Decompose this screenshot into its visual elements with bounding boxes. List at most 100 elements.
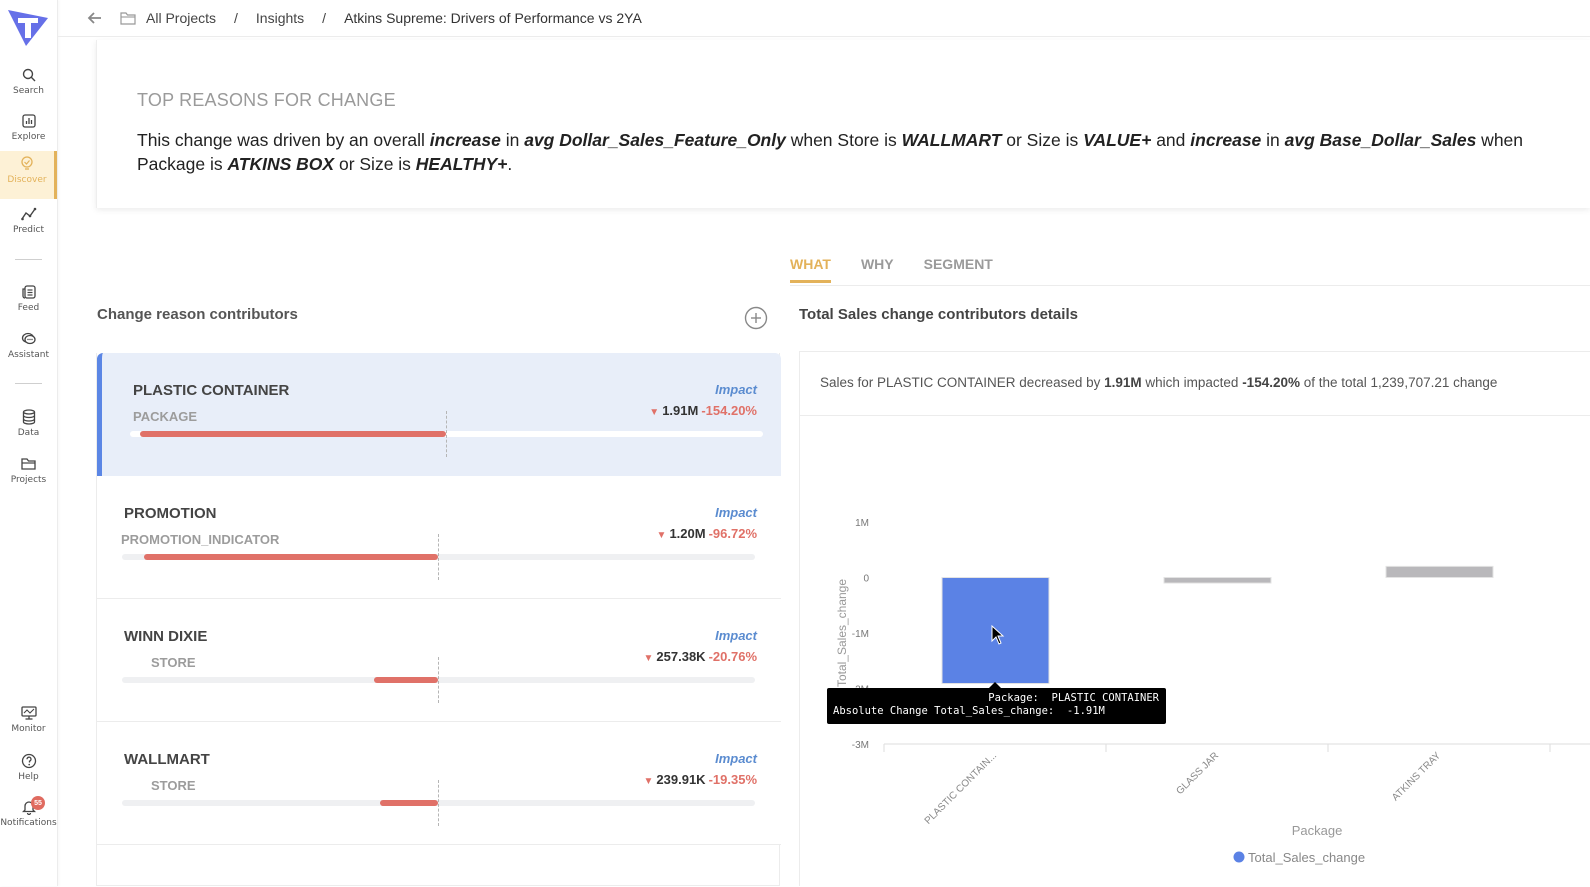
- contributor-dimension: STORE: [151, 655, 196, 670]
- reason-text: or Size is: [334, 154, 416, 174]
- tabs-divider: [790, 285, 1590, 286]
- legend-label: Total_Sales_change: [1248, 850, 1365, 865]
- breadcrumb-current-page: Atkins Supreme: Drivers of Performance v…: [344, 10, 642, 26]
- chart-tooltip: Package: PLASTIC CONTAINER Absolute Chan…: [827, 682, 1166, 724]
- impact-value: ▼ 1.20M -96.72%: [657, 526, 757, 541]
- y-tick-label: -1M: [852, 629, 869, 640]
- nav-help[interactable]: Help: [0, 748, 57, 794]
- impact-amount: 257.38K: [656, 649, 706, 664]
- nav-label: Help: [18, 772, 39, 782]
- y-tick-label: 0: [863, 574, 869, 585]
- contributor-name: PROMOTION: [124, 505, 217, 522]
- reason-text: in: [1261, 130, 1285, 150]
- impact-percent: -154.20%: [701, 403, 757, 418]
- reason-highlight: WALLMART: [901, 130, 1002, 150]
- nav-assistant[interactable]: Assistant: [0, 326, 57, 372]
- breadcrumb-all-projects[interactable]: All Projects: [146, 10, 216, 26]
- tab-what[interactable]: WHAT: [790, 256, 831, 283]
- impact-bar-fill: [140, 431, 446, 437]
- folder-icon: [120, 12, 136, 25]
- breadcrumb-separator: /: [234, 10, 238, 26]
- nav-monitor[interactable]: Monitor: [0, 700, 57, 746]
- y-tick-label: -3M: [852, 740, 869, 751]
- reason-highlight: avg Dollar_Sales_Feature_Only: [524, 130, 786, 150]
- contributor-name: WALLMART: [124, 751, 210, 768]
- feed-icon: [20, 283, 38, 301]
- nav-label: Discover: [7, 175, 47, 185]
- nav-label: Explore: [11, 132, 46, 142]
- reason-text: in: [500, 130, 525, 150]
- reason-highlight: ATKINS BOX: [227, 154, 335, 174]
- impact-label: Impact: [715, 751, 757, 766]
- impact-bar-fill: [373, 677, 438, 683]
- top-bar: All Projects / Insights / Atkins Supreme…: [58, 0, 1590, 37]
- tab-segment[interactable]: SEGMENT: [924, 256, 993, 283]
- reason-text: and: [1151, 130, 1191, 150]
- tooltip-value: PLASTIC CONTAINER: [1051, 692, 1159, 704]
- contributor-card[interactable]: WINN DIXIE STORE Impact ▼ 257.38K -20.76%: [97, 599, 781, 722]
- breadcrumb-insights[interactable]: Insights: [256, 10, 304, 26]
- nav-label: Feed: [17, 303, 40, 313]
- contributor-card[interactable]: PROMOTION PROMOTION_INDICATOR Impact ▼ 1.…: [97, 476, 781, 599]
- nav-explore[interactable]: Explore: [0, 108, 57, 154]
- reason-text: .: [507, 154, 513, 174]
- reason-highlight: increase: [1190, 130, 1262, 150]
- reason-highlight: avg Base_Dollar_Sales: [1284, 130, 1477, 150]
- contributor-name: PLASTIC CONTAINER: [133, 382, 290, 399]
- down-triangle-icon: ▼: [656, 530, 667, 541]
- x-tick-label: GLASS JAR: [1174, 750, 1221, 797]
- app-logo[interactable]: [4, 4, 52, 48]
- add-circle-icon[interactable]: [744, 306, 768, 330]
- impact-amount: 239.91K: [656, 772, 706, 787]
- summary-text: of the total 1,239,707.21 change: [1299, 375, 1498, 390]
- contributors-title: Change reason contributors: [97, 306, 298, 323]
- bar-glass-jar: [1163, 577, 1272, 584]
- zero-line: [438, 780, 439, 826]
- top-reasons-card: TOP REASONS FOR CHANGE This change was d…: [96, 40, 1590, 208]
- nav-label: Search: [13, 86, 44, 96]
- nav-discover[interactable]: Discover: [0, 151, 57, 199]
- contributor-card[interactable]: WALLMART STORE Impact ▼ 239.91K -19.35%: [97, 722, 781, 845]
- bar-chart-icon: [20, 112, 38, 130]
- tooltip-label: Package:: [988, 692, 1039, 704]
- bar-atkins-tray: [1385, 565, 1494, 578]
- down-triangle-icon: ▼: [649, 407, 660, 418]
- contributor-dimension: STORE: [151, 778, 196, 793]
- tooltip-value: -1.91M: [1066, 705, 1105, 717]
- nav-label: Assistant: [7, 350, 49, 360]
- impact-amount: 1.91M: [662, 403, 699, 418]
- x-tick-label: ATKINS TRAY: [1390, 750, 1443, 803]
- nav-label: Projects: [10, 475, 47, 485]
- y-axis-label: Total_Sales_change: [835, 579, 849, 687]
- reason-highlight: HEALTHY+: [415, 154, 508, 174]
- impact-value: ▼ 239.91K -19.35%: [644, 772, 757, 787]
- tooltip-label: Absolute Change Total_Sales_change:: [833, 705, 1055, 717]
- analysis-tabs: WHAT WHY SEGMENT: [790, 256, 1023, 283]
- zero-line: [446, 411, 447, 457]
- reason-text: This change was driven by an overall: [137, 130, 430, 150]
- help-icon: [20, 752, 38, 770]
- down-triangle-icon: ▼: [643, 653, 654, 664]
- zero-line: [438, 534, 439, 580]
- nav-divider: [15, 259, 42, 260]
- top-reasons-text: This change was driven by an overall inc…: [137, 128, 1537, 176]
- left-nav-rail: Search Explore Discover Predict Feed Ass…: [0, 0, 58, 886]
- reason-text: when Store is: [785, 130, 902, 150]
- nav-data[interactable]: Data: [0, 404, 57, 450]
- tab-why[interactable]: WHY: [861, 256, 894, 283]
- notification-count-badge: 55: [31, 796, 45, 810]
- reason-highlight: increase: [429, 130, 501, 150]
- nav-feed[interactable]: Feed: [0, 279, 57, 325]
- nav-search[interactable]: Search: [0, 62, 57, 108]
- nav-predict[interactable]: Predict: [0, 201, 57, 247]
- nav-projects[interactable]: Projects: [0, 451, 57, 497]
- nav-notifications[interactable]: 55 Notifications: [0, 794, 57, 840]
- impact-value: ▼ 257.38K -20.76%: [644, 649, 757, 664]
- x-axis-label: Package: [1292, 823, 1343, 838]
- reason-highlight: VALUE+: [1083, 130, 1152, 150]
- back-arrow-icon[interactable]: [86, 9, 104, 27]
- search-icon: [20, 66, 38, 84]
- down-triangle-icon: ▼: [643, 776, 654, 787]
- y-tick-label: 1M: [855, 518, 869, 529]
- contributor-card[interactable]: PLASTIC CONTAINER PACKAGE Impact ▼ 1.91M -…: [97, 353, 781, 476]
